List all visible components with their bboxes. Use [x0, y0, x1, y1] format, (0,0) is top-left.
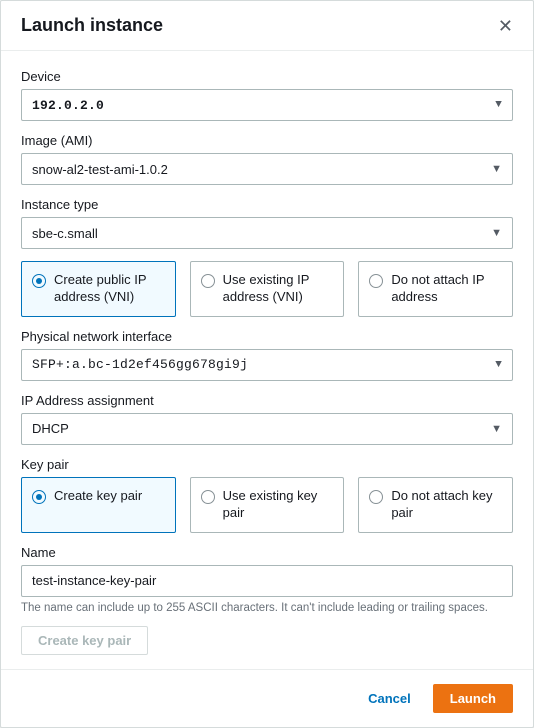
image-label: Image (AMI) — [21, 133, 513, 148]
pni-value: SFP+:a.bc-1d2ef456gg678gi9j — [32, 357, 248, 372]
modal-footer: Cancel Launch — [1, 669, 533, 727]
radio-icon — [32, 490, 46, 504]
pni-label: Physical network interface — [21, 329, 513, 344]
radio-icon — [369, 274, 383, 288]
field-ip-assignment: IP Address assignment DHCP ▼ — [21, 393, 513, 445]
radio-icon — [201, 274, 215, 288]
create-key-pair-button[interactable]: Create key pair — [21, 626, 148, 655]
name-input[interactable] — [32, 573, 502, 588]
kp-option-create[interactable]: Create key pair — [21, 477, 176, 533]
modal-header: Launch instance ✕ — [1, 1, 533, 51]
close-icon[interactable]: ✕ — [498, 17, 513, 35]
instance-type-select[interactable]: sbe-c.small ▼ — [21, 217, 513, 249]
kp-option-create-label: Create key pair — [54, 488, 142, 505]
image-value: snow-al2-test-ami-1.0.2 — [32, 162, 168, 177]
device-label: Device — [21, 69, 513, 84]
field-name: Name The name can include up to 255 ASCI… — [21, 545, 513, 655]
radio-icon — [32, 274, 46, 288]
radio-icon — [201, 490, 215, 504]
device-select[interactable]: 192.0.2.0 ▼ — [21, 89, 513, 121]
chevron-down-icon: ▼ — [491, 227, 502, 239]
kp-option-existing-label: Use existing key pair — [223, 488, 334, 522]
cancel-button[interactable]: Cancel — [356, 684, 423, 713]
kp-option-existing[interactable]: Use existing key pair — [190, 477, 345, 533]
ip-assignment-label: IP Address assignment — [21, 393, 513, 408]
chevron-down-icon: ▼ — [495, 99, 502, 111]
modal-body: Device 192.0.2.0 ▼ Image (AMI) snow-al2-… — [1, 51, 533, 669]
radio-icon — [369, 490, 383, 504]
chevron-down-icon: ▼ — [491, 423, 502, 435]
ip-assignment-value: DHCP — [32, 421, 69, 436]
name-hint: The name can include up to 255 ASCII cha… — [21, 601, 513, 616]
ip-option-none[interactable]: Do not attach IP address — [358, 261, 513, 317]
launch-instance-modal: Launch instance ✕ Device 192.0.2.0 ▼ Ima… — [0, 0, 534, 728]
field-image: Image (AMI) snow-al2-test-ami-1.0.2 ▼ — [21, 133, 513, 185]
name-input-wrapper[interactable] — [21, 565, 513, 597]
ip-option-existing-label: Use existing IP address (VNI) — [223, 272, 334, 306]
field-device: Device 192.0.2.0 ▼ — [21, 69, 513, 121]
ip-option-create[interactable]: Create public IP address (VNI) — [21, 261, 176, 317]
chevron-down-icon: ▼ — [491, 163, 502, 175]
ip-option-existing[interactable]: Use existing IP address (VNI) — [190, 261, 345, 317]
instance-type-value: sbe-c.small — [32, 226, 98, 241]
chevron-down-icon: ▼ — [495, 359, 502, 371]
key-pair-options: Create key pair Use existing key pair Do… — [21, 477, 513, 533]
image-select[interactable]: snow-al2-test-ami-1.0.2 ▼ — [21, 153, 513, 185]
field-key-pair: Key pair Create key pair Use existing ke… — [21, 457, 513, 533]
pni-select[interactable]: SFP+:a.bc-1d2ef456gg678gi9j ▼ — [21, 349, 513, 381]
key-pair-label: Key pair — [21, 457, 513, 472]
instance-type-label: Instance type — [21, 197, 513, 212]
field-pni: Physical network interface SFP+:a.bc-1d2… — [21, 329, 513, 381]
kp-option-none[interactable]: Do not attach key pair — [358, 477, 513, 533]
field-instance-type: Instance type sbe-c.small ▼ — [21, 197, 513, 249]
ip-address-options: Create public IP address (VNI) Use exist… — [21, 261, 513, 317]
launch-button[interactable]: Launch — [433, 684, 513, 713]
ip-assignment-select[interactable]: DHCP ▼ — [21, 413, 513, 445]
name-label: Name — [21, 545, 513, 560]
modal-title: Launch instance — [21, 15, 163, 36]
ip-option-none-label: Do not attach IP address — [391, 272, 502, 306]
device-value: 192.0.2.0 — [32, 98, 104, 113]
ip-option-create-label: Create public IP address (VNI) — [54, 272, 165, 306]
kp-option-none-label: Do not attach key pair — [391, 488, 502, 522]
